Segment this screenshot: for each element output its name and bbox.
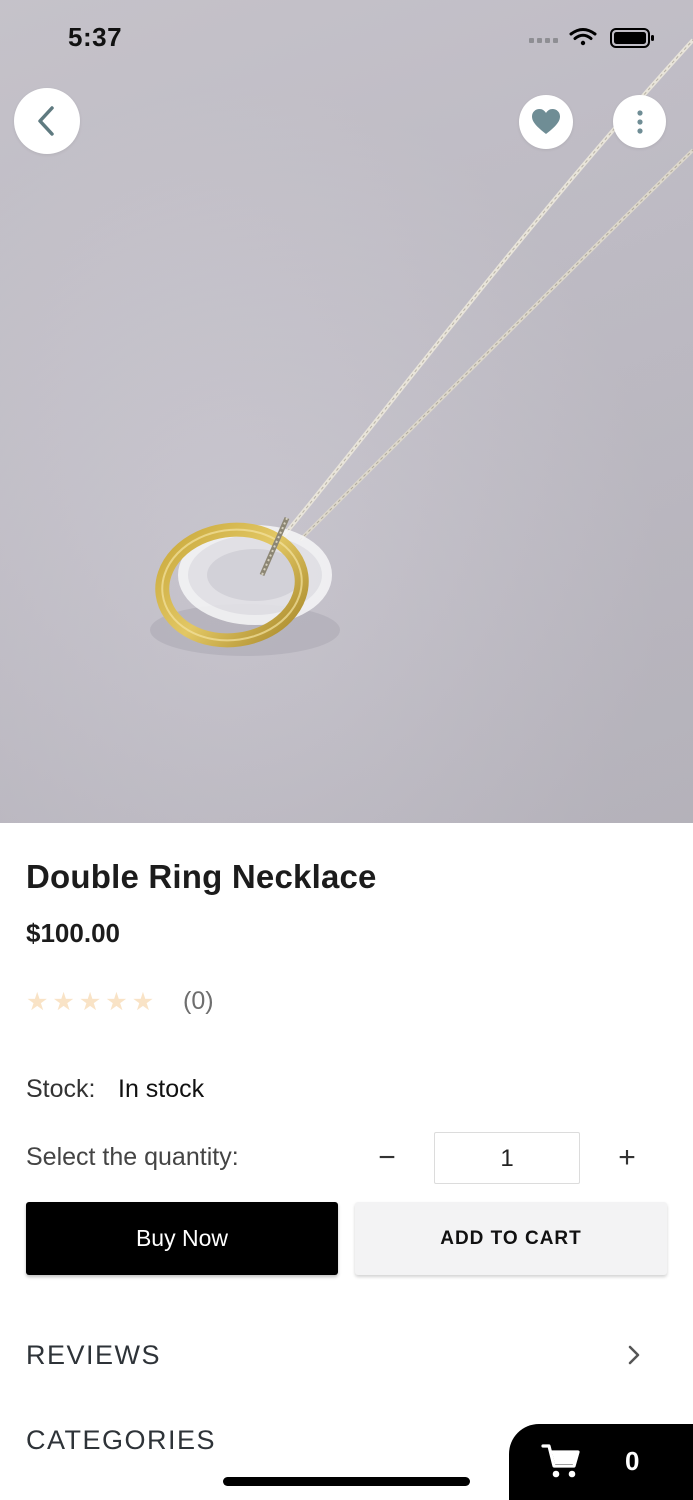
quantity-increment-button[interactable]: +: [606, 1137, 648, 1179]
battery-icon: [610, 28, 654, 48]
heart-icon: [532, 109, 560, 134]
cart-count: 0: [625, 1446, 640, 1476]
buy-now-button[interactable]: Buy Now: [26, 1202, 338, 1275]
more-vertical-icon: [636, 109, 643, 134]
status-bar: 5:37: [0, 0, 693, 76]
quantity-decrement-button[interactable]: −: [366, 1137, 408, 1179]
quantity-label: Select the quantity:: [26, 1143, 239, 1171]
categories-section-title[interactable]: CATEGORIES: [26, 1425, 216, 1456]
reviews-section-title: REVIEWS: [26, 1340, 162, 1370]
product-title: Double Ring Necklace: [26, 858, 377, 895]
chevron-right-icon: [628, 1345, 640, 1365]
necklace-photo: [0, 0, 693, 823]
home-indicator: [223, 1477, 470, 1486]
status-icons: [529, 28, 654, 48]
back-button[interactable]: [14, 88, 80, 154]
star-icon: ★: [26, 987, 49, 1016]
star-icon: ★: [131, 987, 155, 1016]
add-to-cart-button[interactable]: ADD TO CART: [355, 1202, 667, 1275]
cart-icon: [541, 1444, 580, 1478]
quantity-input[interactable]: 1: [434, 1132, 580, 1184]
favorite-button[interactable]: [519, 95, 573, 149]
signal-icon: [529, 38, 558, 43]
star-icon: ★: [52, 987, 75, 1016]
star-icon: ★: [78, 987, 102, 1016]
product-image: [0, 0, 693, 823]
status-time: 5:37: [68, 22, 123, 52]
rating-count: (0): [183, 987, 214, 1015]
more-options-button[interactable]: [613, 95, 666, 148]
star-icon: ★: [105, 987, 128, 1016]
rating-stars: ★ ★ ★ ★ ★: [26, 988, 154, 1016]
stock-value: In stock: [118, 1075, 205, 1103]
product-price: $100.00: [26, 918, 120, 948]
floating-cart-button[interactable]: 0: [509, 1424, 693, 1500]
stock-label: Stock:: [26, 1075, 96, 1103]
wifi-icon: [569, 28, 597, 46]
chevron-left-icon: [38, 106, 54, 136]
